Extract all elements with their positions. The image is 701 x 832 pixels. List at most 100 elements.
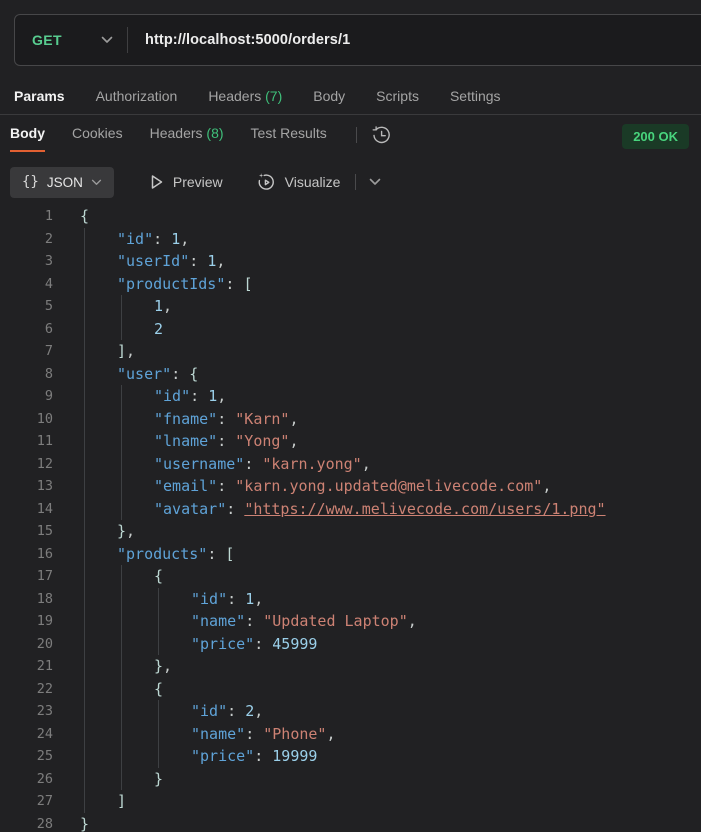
json-token: 1 — [208, 387, 217, 405]
json-token: : — [217, 477, 235, 495]
format-dropdown[interactable]: {} JSON — [10, 167, 114, 198]
json-token: 19999 — [272, 747, 317, 765]
play-icon — [150, 174, 164, 190]
code-line: 11"lname": "Yong", — [0, 430, 701, 453]
tab-body-request[interactable]: Body — [313, 88, 345, 104]
line-number: 10 — [0, 408, 53, 431]
indent-guide — [80, 543, 117, 566]
json-token: , — [289, 432, 298, 450]
tab-cookies[interactable]: Cookies — [72, 125, 123, 150]
json-token: "id" — [191, 590, 227, 608]
indent-guide — [154, 588, 191, 611]
json-token: : — [190, 387, 208, 405]
url-input[interactable]: http://localhost:5000/orders/1 — [145, 32, 350, 48]
json-token: : — [244, 455, 262, 473]
line-number: 27 — [0, 790, 53, 813]
json-token: "lname" — [154, 432, 217, 450]
json-token: "Phone" — [263, 725, 326, 743]
json-token: , — [216, 252, 225, 270]
line-number: 4 — [0, 273, 53, 296]
history-clock-icon — [371, 125, 392, 146]
indent-guide — [117, 678, 154, 701]
line-number: 22 — [0, 678, 53, 701]
method-label: GET — [15, 32, 101, 48]
indent-guide — [80, 408, 117, 431]
divider — [355, 174, 356, 190]
code-line: 7], — [0, 340, 701, 363]
json-token: : — [171, 365, 189, 383]
line-number: 5 — [0, 295, 53, 318]
indent-guide — [80, 700, 117, 723]
json-token: "Updated Laptop" — [263, 612, 408, 630]
json-token: "productIds" — [117, 275, 225, 293]
chevron-down-icon — [101, 36, 113, 44]
indent-guide — [80, 430, 117, 453]
indent-guide — [117, 498, 154, 521]
visualize-label: Visualize — [285, 174, 341, 190]
json-token: "price" — [191, 747, 254, 765]
tab-response-body[interactable]: Body — [10, 125, 45, 152]
indent-guide — [117, 610, 154, 633]
indent-guide — [117, 723, 154, 746]
format-label: JSON — [47, 175, 83, 190]
line-number: 28 — [0, 813, 53, 832]
code-line: 27] — [0, 790, 701, 813]
json-token: { — [154, 680, 163, 698]
code-line: 16"products": [ — [0, 543, 701, 566]
json-token: 1 — [154, 297, 163, 315]
indent-guide — [117, 700, 154, 723]
indent-guide — [117, 295, 154, 318]
preview-button[interactable]: Preview — [150, 174, 223, 190]
json-token: "id" — [117, 230, 153, 248]
status-badge[interactable]: 200 OK — [622, 124, 689, 149]
line-number: 19 — [0, 610, 53, 633]
indent-guide — [80, 565, 117, 588]
json-token: "fname" — [154, 410, 217, 428]
json-token: "name" — [191, 725, 245, 743]
json-token: "user" — [117, 365, 171, 383]
json-token: "price" — [191, 635, 254, 653]
json-token: } — [154, 770, 163, 788]
visualize-button[interactable]: Visualize — [256, 172, 341, 192]
tab-authorization[interactable]: Authorization — [96, 88, 178, 104]
json-token: : — [153, 230, 171, 248]
json-token: , — [289, 410, 298, 428]
json-token: , — [163, 297, 172, 315]
code-line: 26} — [0, 768, 701, 791]
braces-icon: {} — [22, 174, 39, 190]
code-line: 24"name": "Phone", — [0, 723, 701, 746]
indent-guide — [80, 655, 117, 678]
json-token: , — [254, 702, 263, 720]
indent-guide — [80, 520, 117, 543]
code-line: 3"userId": 1, — [0, 250, 701, 273]
json-token: "Karn" — [235, 410, 289, 428]
method-selector[interactable]: GET — [15, 32, 113, 48]
json-token: ] — [117, 342, 126, 360]
json-token: , — [180, 230, 189, 248]
json-token: : — [217, 410, 235, 428]
tab-settings[interactable]: Settings — [450, 88, 501, 104]
tab-params[interactable]: Params — [14, 88, 65, 104]
indent-guide — [80, 678, 117, 701]
json-token: "karn.yong.updated@melivecode.com" — [235, 477, 542, 495]
history-button[interactable] — [371, 125, 392, 146]
json-link-value[interactable]: "https://www.melivecode.com/users/1.png" — [244, 500, 605, 518]
indent-guide — [154, 633, 191, 656]
json-token: , — [326, 725, 335, 743]
indent-guide — [80, 790, 117, 813]
code-line: 2"id": 1, — [0, 228, 701, 251]
tab-test-results[interactable]: Test Results — [251, 125, 327, 150]
tab-headers-response[interactable]: Headers (8) — [150, 125, 224, 150]
json-token: , — [163, 657, 172, 675]
tab-scripts[interactable]: Scripts — [376, 88, 419, 104]
more-options-chevron[interactable] — [369, 178, 381, 186]
json-token: "email" — [154, 477, 217, 495]
response-body-json: 1{2"id": 1,3"userId": 1,4"productIds": [… — [0, 205, 701, 832]
indent-guide — [117, 565, 154, 588]
indent-guide — [80, 453, 117, 476]
json-token: "userId" — [117, 252, 189, 270]
code-line: 18"id": 1, — [0, 588, 701, 611]
code-line: 4"productIds": [ — [0, 273, 701, 296]
tab-headers-request[interactable]: Headers (7) — [208, 88, 282, 104]
indent-guide — [80, 633, 117, 656]
